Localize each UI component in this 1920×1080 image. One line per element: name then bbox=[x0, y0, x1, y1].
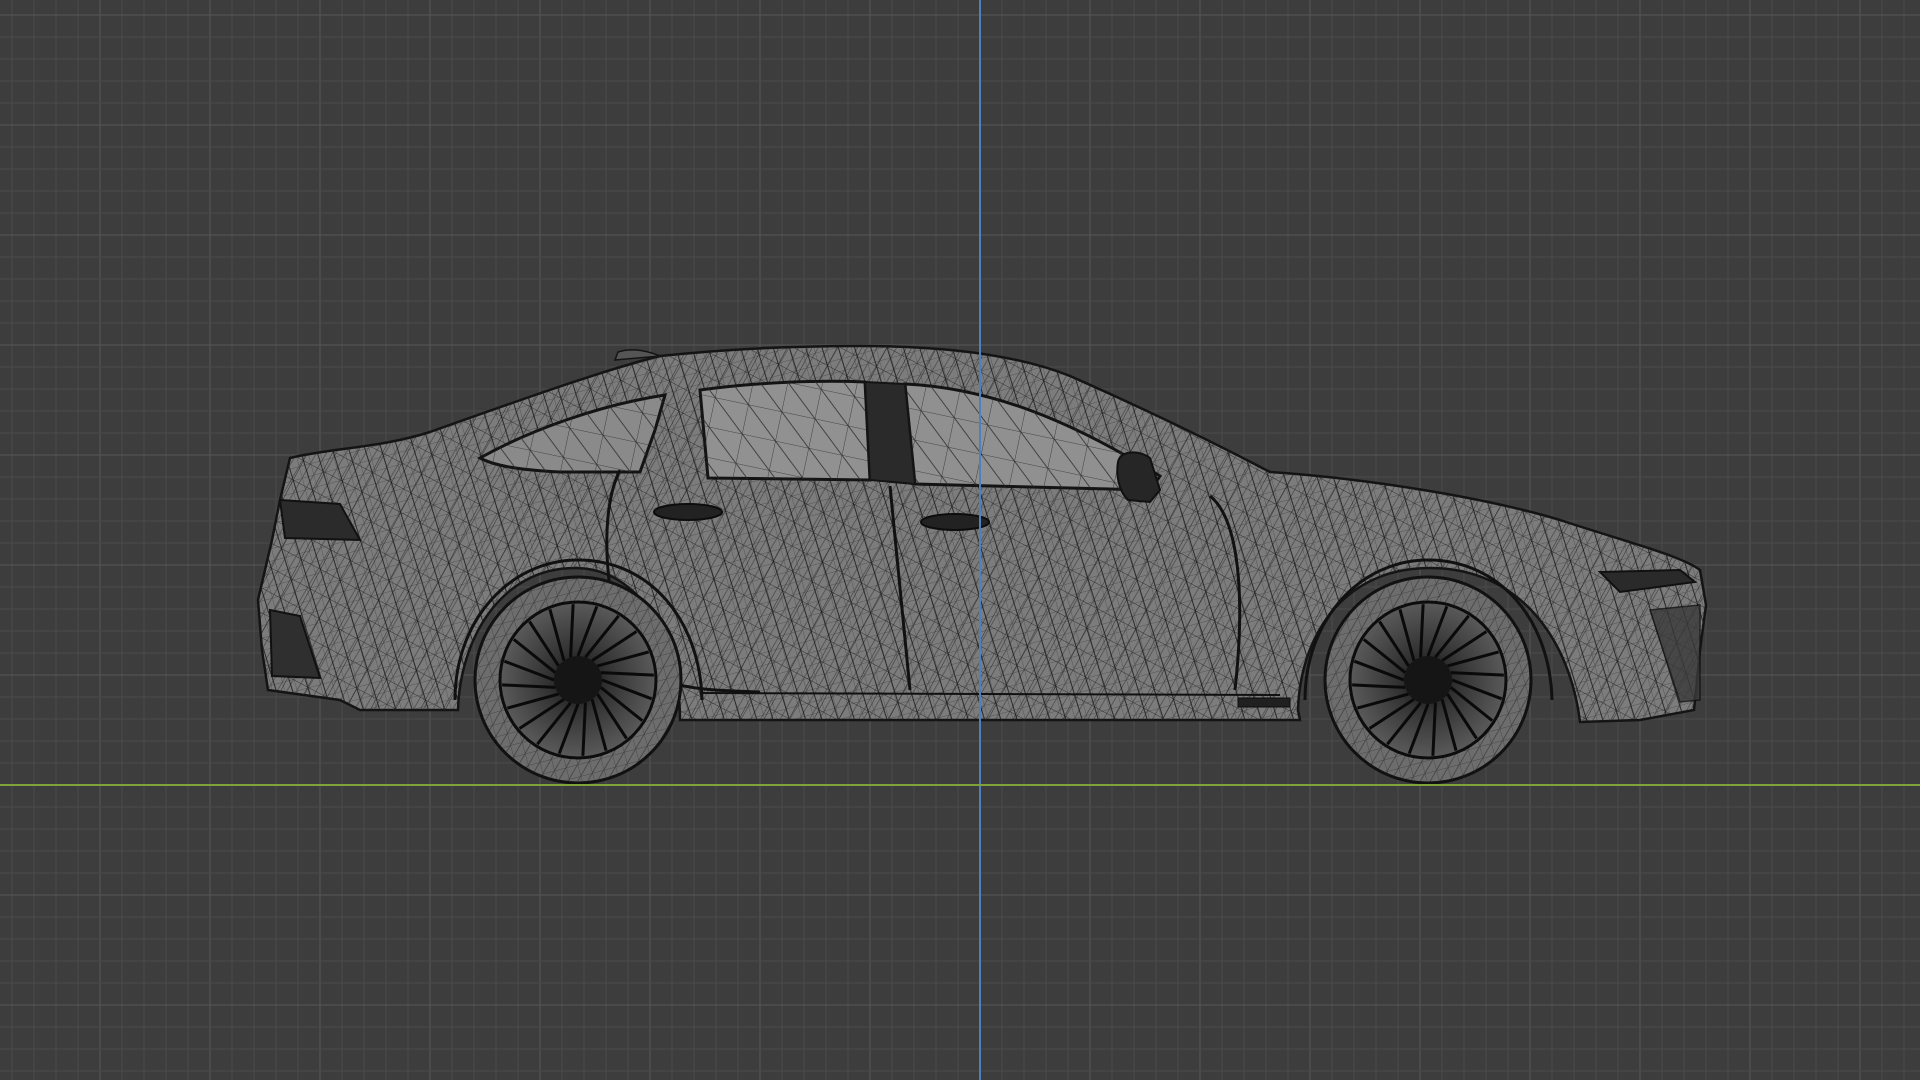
side-badge bbox=[1237, 697, 1291, 708]
z-axis-line bbox=[979, 0, 981, 1080]
rear-wheel bbox=[473, 575, 683, 785]
x-axis-line bbox=[0, 784, 1920, 786]
front-wheel bbox=[1323, 575, 1533, 785]
3d-viewport[interactable] bbox=[0, 0, 1920, 1080]
car-wireframe-model[interactable] bbox=[0, 0, 1920, 1080]
